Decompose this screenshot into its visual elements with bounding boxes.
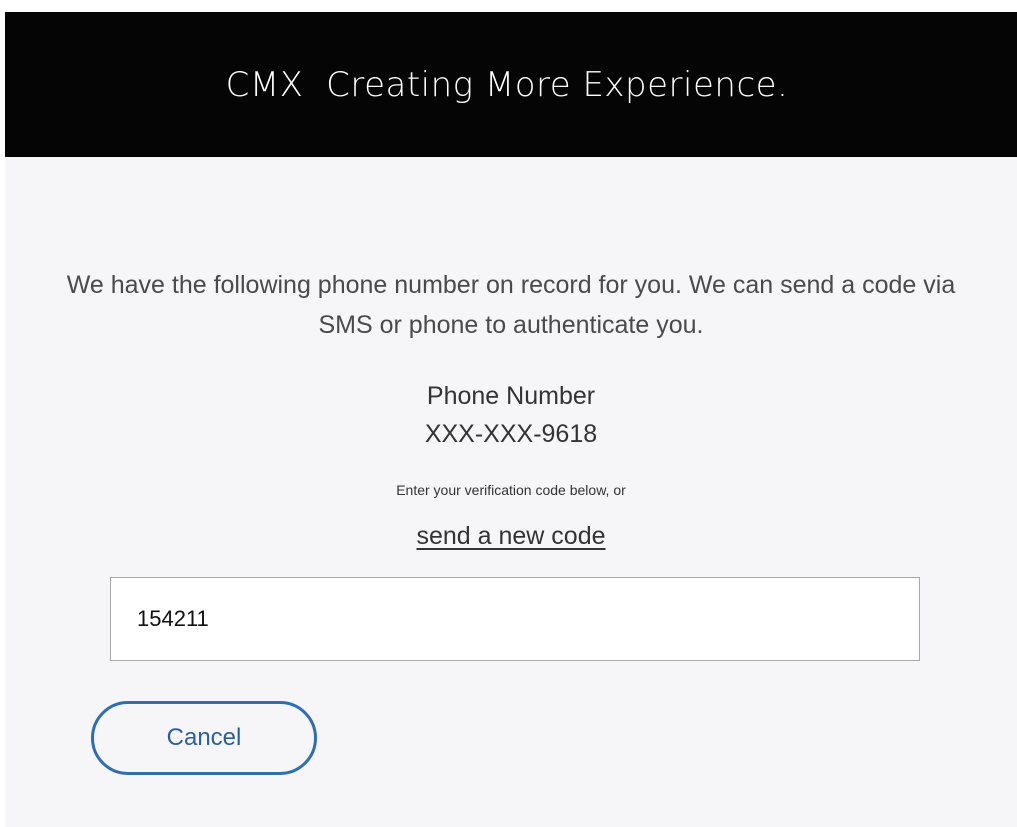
- phone-number-value: XXX-XXX-9618: [424, 420, 598, 448]
- auth-panel: CMX Creating More Experience. We have th…: [5, 12, 1017, 827]
- header-bar: CMX Creating More Experience.: [5, 12, 1017, 157]
- verification-hint: Enter your verification code below, or: [396, 482, 626, 498]
- cancel-button[interactable]: Cancel: [91, 701, 317, 775]
- info-message: We have the following phone number on re…: [66, 271, 956, 339]
- page-title: CMX Creating More Experience.: [225, 64, 789, 105]
- verification-code-input[interactable]: [110, 577, 920, 661]
- verification-content: We have the following phone number on re…: [5, 157, 1017, 827]
- phone-number-label: Phone Number: [426, 382, 596, 410]
- send-new-code-link[interactable]: send a new code: [416, 522, 605, 550]
- new-code-container: send a new code: [5, 519, 1017, 553]
